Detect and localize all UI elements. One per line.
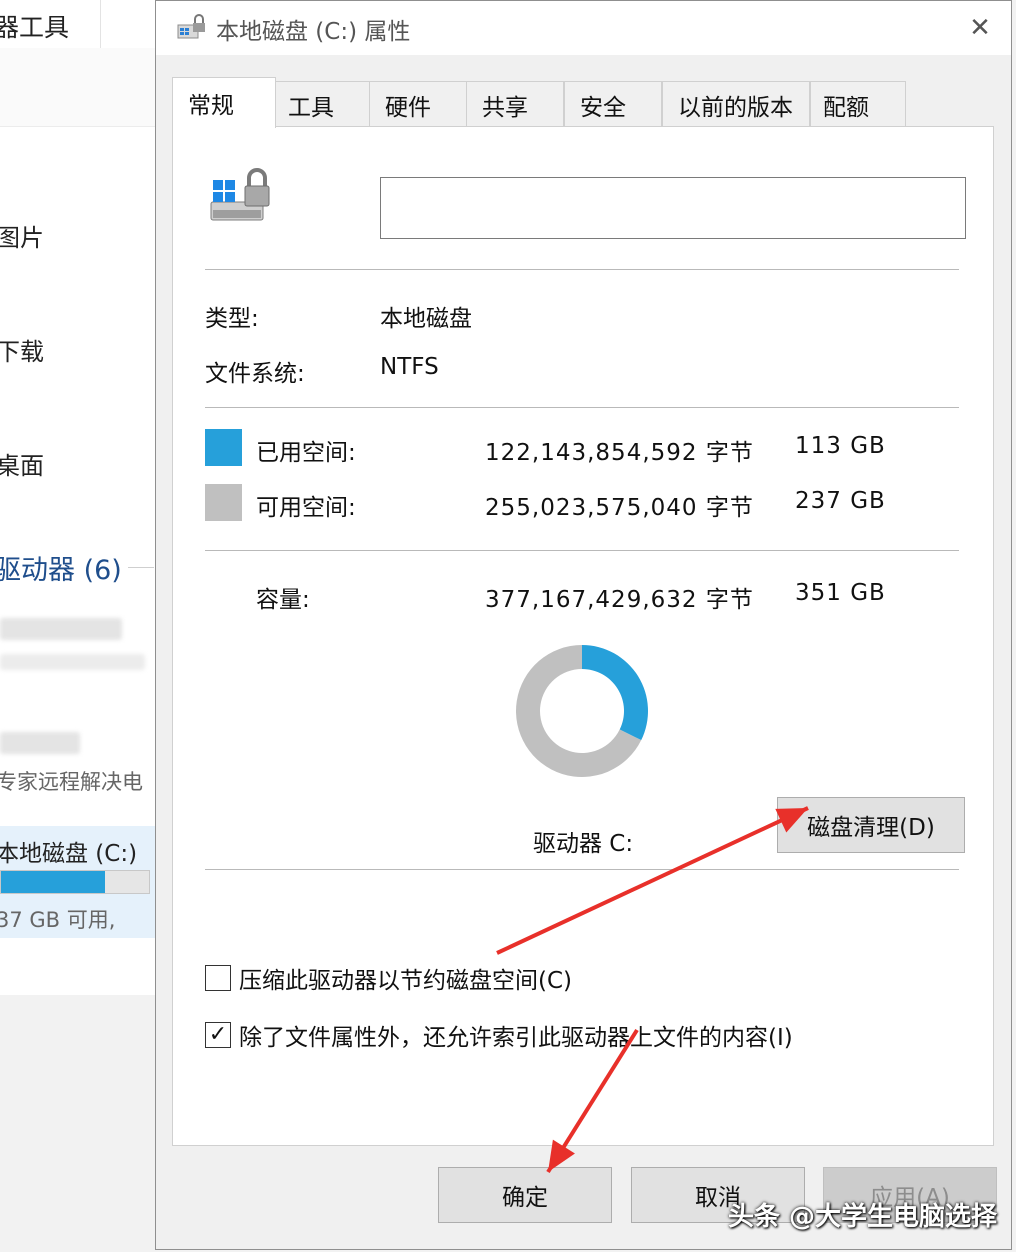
compress-checkbox[interactable] [205, 965, 231, 991]
drive-tile-c[interactable]: 本地磁盘 (C:) 37 GB 可用, [0, 826, 155, 938]
blurred-drive-bar [0, 654, 145, 670]
disk-cleanup-button[interactable]: 磁盘清理(D) [777, 797, 965, 853]
ribbon-tab-drive-tools[interactable]: 器工具 [0, 8, 69, 44]
index-label: 除了文件属性外，还允许索引此驱动器上文件的内容(I) [239, 1025, 793, 1051]
drive-free-text: 37 GB 可用, [0, 908, 116, 932]
tab-hardware[interactable]: 硬件 [369, 81, 467, 127]
divider-3 [205, 550, 959, 551]
compress-label: 压缩此驱动器以节约磁盘空间(C) [239, 968, 573, 994]
volume-label-input[interactable] [380, 177, 966, 239]
type-value: 本地磁盘 [380, 306, 472, 332]
compress-drive-option[interactable]: 压缩此驱动器以节约磁盘空间(C) [205, 963, 573, 994]
blurred-drive-title-2 [0, 732, 80, 754]
free-space-bytes: 255,023,575,040 字节 [485, 495, 754, 521]
filesystem-label: 文件系统: [205, 361, 305, 387]
tab-tools[interactable]: 工具 [272, 81, 370, 127]
free-space-swatch [205, 484, 242, 521]
divider-2 [205, 407, 959, 408]
free-space-label: 可用空间: [256, 495, 356, 521]
donut-slice-used [582, 645, 648, 741]
drive-sublabel: 专家远程解决电 [0, 770, 143, 794]
properties-dialog: 本地磁盘 (C:) 属性 ✕ 常规 工具 硬件 共享 安全 以前的版本 配额 类… [155, 0, 1012, 1250]
index-content-option[interactable]: ✓ 除了文件属性外，还允许索引此驱动器上文件的内容(I) [205, 1020, 793, 1051]
explorer-ribbon: 器工具 [0, 0, 160, 49]
used-space-label: 已用空间: [256, 440, 356, 466]
capacity-gb: 351 GB [795, 580, 886, 606]
drive-usage-fill [1, 871, 105, 893]
close-button[interactable]: ✕ [949, 1, 1011, 55]
drive-tile-title: 本地磁盘 (C:) [0, 841, 138, 867]
type-label: 类型: [205, 306, 259, 332]
ok-button[interactable]: 确定 [438, 1167, 612, 1223]
section-divider [128, 567, 154, 568]
capacity-label: 容量: [256, 587, 310, 613]
filesystem-value: NTFS [380, 354, 439, 380]
divider-1 [205, 269, 959, 270]
used-space-bytes: 122,143,854,592 字节 [485, 440, 754, 466]
tab-sharing[interactable]: 共享 [466, 81, 564, 127]
general-tab-panel: 类型: 本地磁盘 文件系统: NTFS 已用空间: 122,143,854,59… [172, 126, 994, 1146]
dialog-title: 本地磁盘 (C:) 属性 [216, 19, 411, 45]
tab-general[interactable]: 常规 [172, 77, 276, 128]
ribbon-separator [100, 0, 101, 48]
capacity-bytes: 377,167,429,632 字节 [485, 587, 754, 613]
nav-item-pictures[interactable]: 图片 [0, 218, 44, 253]
drive-lock-icon [177, 14, 205, 39]
used-space-gb: 113 GB [795, 433, 886, 459]
tab-quota[interactable]: 配额 [810, 81, 906, 127]
dialog-titlebar: 本地磁盘 (C:) 属性 ✕ [156, 1, 1011, 55]
drives-section-header[interactable]: 驱动器 (6) [0, 548, 122, 587]
close-icon: ✕ [969, 13, 991, 43]
drive-icon [210, 168, 270, 221]
explorer-address-band [0, 48, 160, 127]
tab-previous-versions[interactable]: 以前的版本 [662, 81, 810, 127]
drive-usage-bar [0, 870, 150, 894]
divider-4 [205, 869, 959, 870]
index-checkbox[interactable]: ✓ [205, 1022, 231, 1048]
used-space-swatch [205, 429, 242, 466]
explorer-window: 器工具 图片 下载 桌面 驱动器 (6) 专家远程解决电 本地磁盘 (C:) 3… [0, 0, 160, 995]
free-space-gb: 237 GB [795, 488, 886, 514]
usage-donut-chart [516, 645, 648, 777]
drive-letter-label: 驱动器 C: [533, 831, 634, 857]
blurred-drive-title [0, 618, 122, 640]
tab-security[interactable]: 安全 [564, 81, 662, 127]
watermark-text: 头条 @大学生电脑选择 [728, 1202, 998, 1232]
nav-item-desktop[interactable]: 桌面 [0, 446, 44, 481]
nav-item-downloads[interactable]: 下载 [0, 332, 44, 367]
